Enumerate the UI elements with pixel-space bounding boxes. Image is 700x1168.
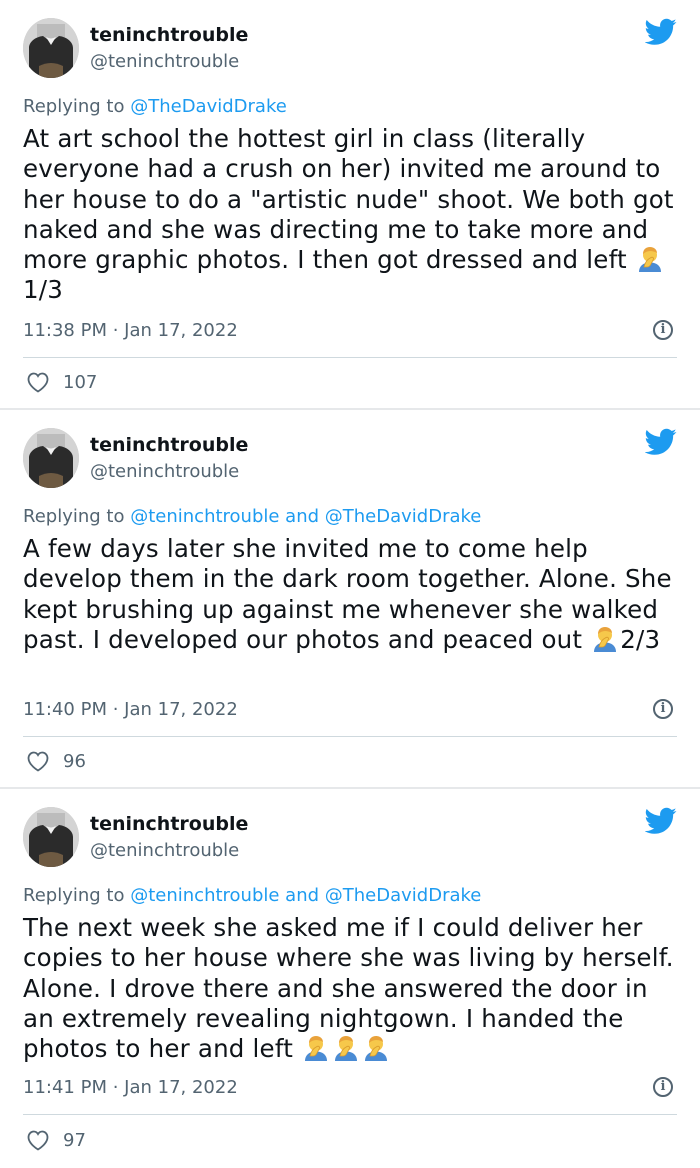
replying-to: Replying to @TheDavidDrake xyxy=(23,96,287,117)
reply-mentions[interactable]: @teninchtrouble and @TheDavidDrake xyxy=(130,885,481,906)
display-name[interactable]: teninchtrouble xyxy=(90,434,248,456)
thread-counter: 1/3 xyxy=(23,275,64,305)
timestamp[interactable]: 11:38 PM · Jan 17, 2022 xyxy=(23,320,238,341)
heart-icon[interactable] xyxy=(26,1129,50,1151)
display-name[interactable]: teninchtrouble xyxy=(90,24,248,46)
twitter-bird-icon[interactable] xyxy=(645,807,677,835)
replying-to: Replying to @teninchtrouble and @TheDavi… xyxy=(23,506,481,527)
avatar-image xyxy=(23,18,79,78)
handle[interactable]: @teninchtrouble xyxy=(90,840,239,861)
divider xyxy=(23,357,677,358)
tweet-card[interactable]: teninchtrouble @teninchtrouble Replying … xyxy=(0,410,700,787)
like-count: 96 xyxy=(63,751,86,772)
twitter-bird-icon[interactable] xyxy=(645,18,677,46)
replying-to-label: Replying to xyxy=(23,506,125,527)
avatar[interactable] xyxy=(23,807,79,867)
like-count: 97 xyxy=(63,1130,86,1151)
thread-counter: 2/3 xyxy=(620,624,661,654)
heart-icon[interactable] xyxy=(26,750,50,772)
info-icon[interactable]: i xyxy=(653,699,673,719)
heart-icon[interactable] xyxy=(26,371,50,393)
replying-to: Replying to @teninchtrouble and @TheDavi… xyxy=(23,885,481,906)
tweet-text: The next week she asked me if I could de… xyxy=(23,913,683,1064)
avatar-image xyxy=(23,428,79,488)
handle[interactable]: @teninchtrouble xyxy=(90,51,239,72)
person-facepalming-emoji xyxy=(362,1034,390,1062)
reply-mentions[interactable]: @teninchtrouble and @TheDavidDrake xyxy=(130,506,481,527)
tweet-card[interactable]: teninchtrouble @teninchtrouble Replying … xyxy=(0,789,700,1168)
person-facepalming-emoji xyxy=(636,245,664,273)
divider xyxy=(23,1114,677,1115)
person-facepalming-emoji xyxy=(591,625,619,653)
like-count: 107 xyxy=(63,372,98,393)
person-facepalming-emoji xyxy=(302,1034,330,1062)
display-name[interactable]: teninchtrouble xyxy=(90,813,248,835)
info-icon[interactable]: i xyxy=(653,320,673,340)
avatar[interactable] xyxy=(23,428,79,488)
reply-mentions[interactable]: @TheDavidDrake xyxy=(130,96,287,117)
tweet-text-content: At art school the hottest girl in class … xyxy=(23,124,674,275)
tweet-text: At art school the hottest girl in class … xyxy=(23,124,683,306)
tweet-text-content: A few days later she invited me to come … xyxy=(23,534,672,654)
twitter-bird-icon[interactable] xyxy=(645,428,677,456)
person-facepalming-emoji xyxy=(332,1034,360,1062)
tweet-card[interactable]: teninchtrouble @teninchtrouble Replying … xyxy=(0,0,700,408)
replying-to-label: Replying to xyxy=(23,885,125,906)
info-icon[interactable]: i xyxy=(653,1077,673,1097)
avatar[interactable] xyxy=(23,18,79,78)
timestamp[interactable]: 11:40 PM · Jan 17, 2022 xyxy=(23,699,238,720)
divider xyxy=(23,736,677,737)
handle[interactable]: @teninchtrouble xyxy=(90,461,239,482)
avatar-image xyxy=(23,807,79,867)
timestamp[interactable]: 11:41 PM · Jan 17, 2022 xyxy=(23,1077,238,1098)
replying-to-label: Replying to xyxy=(23,96,125,117)
tweet-text: A few days later she invited me to come … xyxy=(23,534,683,655)
